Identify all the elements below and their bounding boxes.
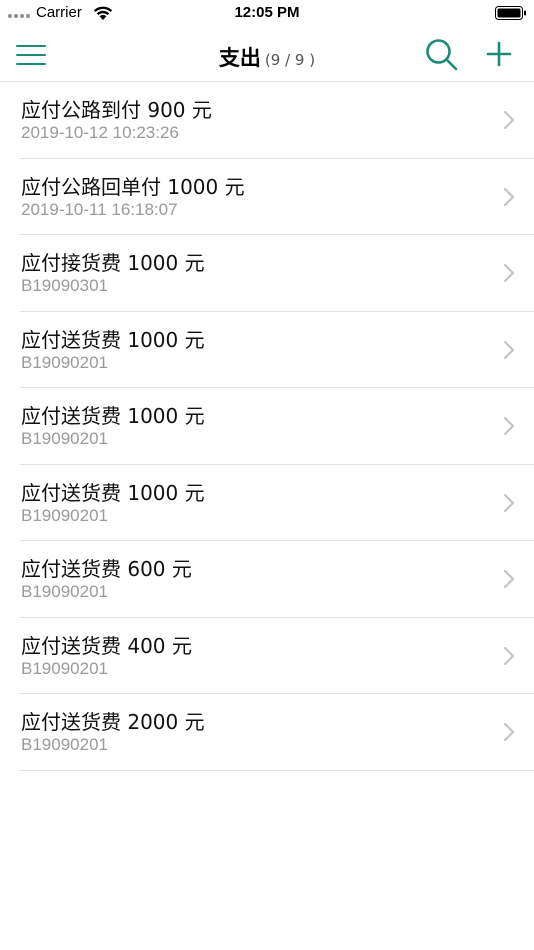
item-subtitle: 2019-10-12 10:23:26 [21,123,179,142]
page-title: 支出 [218,46,261,70]
item-title: 应付送货费 1000 元 [21,480,205,505]
item-subtitle: B19090201 [21,658,108,678]
item-title: 应付送货费 400 元 [21,633,192,658]
list-item[interactable]: 应付送货费 1000 元 B19090201 [20,388,534,465]
chevron-right-icon [503,340,515,359]
item-title: 应付送货费 1000 元 [21,327,205,352]
menu-button[interactable] [14,42,48,68]
search-button[interactable] [424,37,460,73]
chevron-right-icon [503,493,515,512]
list-item[interactable]: 应付送货费 2000 元 B19090201 [20,694,534,771]
item-title: 应付送货费 2000 元 [21,710,205,734]
list-item[interactable]: 应付公路回单付 1000 元 2019-10-11 16:18:07 [20,159,534,235]
list-item[interactable]: 应付接货费 1000 元 B19090301 [20,235,534,312]
chevron-right-icon [503,110,515,130]
item-title: 应付送货费 1000 元 [21,404,205,428]
item-subtitle: B19090201 [21,582,108,601]
list-item[interactable]: 应付送货费 1000 元 B19090201 [20,312,534,388]
list-item[interactable]: 应付送货费 400 元 B19090201 [20,618,534,694]
item-subtitle: B19090201 [21,429,108,448]
item-subtitle: B19090201 [21,735,108,754]
chevron-right-icon [503,263,515,283]
battery-icon [495,6,526,20]
search-icon [426,39,458,71]
item-subtitle: B19090301 [21,276,108,295]
chevron-right-icon [503,646,515,665]
item-title: 应付公路到付 900 元 [21,98,212,122]
item-subtitle: B19090201 [21,352,108,372]
chevron-right-icon [503,187,515,206]
list-item[interactable]: 应付送货费 600 元 B19090201 [20,541,534,618]
add-button[interactable] [484,39,514,69]
chevron-right-icon [503,569,515,589]
navigation-bar: 支出 (9 / 9 ) [0,28,534,82]
item-title: 应付送货费 600 元 [21,557,192,581]
item-subtitle: B19090201 [21,505,108,525]
status-time: 12:05 PM [234,4,300,21]
item-subtitle: 2019-10-11 16:18:07 [21,199,178,219]
expense-list: 应付公路到付 900 元 2019-10-12 10:23:26 应付公路回单付… [0,82,534,771]
item-title: 应付公路回单付 1000 元 [21,174,245,199]
list-item[interactable]: 应付送货费 1000 元 B19090201 [20,465,534,541]
status-bar: Carrier 12:05 PM [0,0,534,28]
list-item[interactable]: 应付公路到付 900 元 2019-10-12 10:23:26 [20,82,534,159]
record-count: (9 / 9 ) [264,51,316,69]
chevron-right-icon [503,722,515,742]
plus-icon [486,41,512,67]
item-title: 应付接货费 1000 元 [21,251,205,275]
chevron-right-icon [503,416,515,436]
